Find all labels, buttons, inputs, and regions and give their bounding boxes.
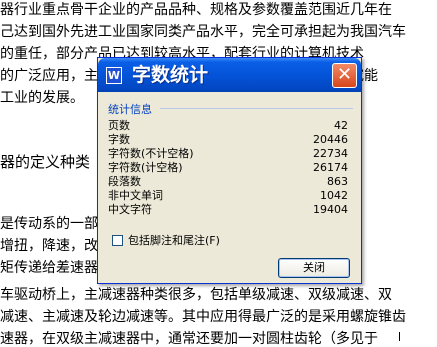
document-line: 减速、主减速及轮边减速等。其中应用得最广泛的是采用螺旋锥齿: [0, 309, 406, 325]
group-divider: [160, 108, 353, 109]
stat-value: 863: [327, 175, 348, 188]
document-line: 车驱动桥上，主减速器种类很多，包括单级减速、双级减速、双: [0, 287, 392, 303]
stat-label: 段落数: [108, 175, 141, 188]
stat-value: 22734: [313, 147, 348, 160]
stat-row-chars-no-spaces: 字符数(不计空格) 22734: [108, 147, 348, 161]
stat-row-non-chinese-words: 非中文单词 1042: [108, 189, 348, 203]
word-count-dialog: W 字数统计 ✕ 统计信息 页数 42 字数 20446 字符数(不计空格) 2…: [97, 57, 362, 284]
stat-row-pages: 页数 42: [108, 119, 348, 133]
stat-value: 42: [334, 119, 348, 132]
statistics-group-label: 统计信息: [108, 103, 152, 116]
stat-label: 字符数(计空格): [108, 161, 183, 174]
text-caret: [399, 332, 400, 341]
dialog-body: 统计信息 页数 42 字数 20446 字符数(不计空格) 22734 字符数(…: [98, 92, 361, 283]
stat-value: 26174: [313, 161, 348, 174]
document-line: 己达到国外先进工业国家同类产品水平，完全可承担起为我国汽车: [0, 24, 406, 40]
close-icon[interactable]: ✕: [332, 63, 357, 88]
include-footnotes-label[interactable]: 包括脚注和尾注(F): [128, 234, 220, 248]
close-button[interactable]: 关闭: [278, 258, 350, 278]
stat-label: 页数: [108, 119, 130, 132]
stat-label: 非中文单词: [108, 189, 163, 202]
stat-label: 字符数(不计空格): [108, 147, 194, 160]
stat-row-words: 字数 20446: [108, 133, 348, 147]
dialog-title: 字数统计: [132, 64, 209, 86]
document-line: 矩传递给差速器。: [0, 260, 112, 276]
stat-label: 中文字符: [108, 203, 152, 216]
word-app-icon: W: [106, 67, 122, 84]
dialog-titlebar[interactable]: W 字数统计 ✕: [98, 58, 361, 92]
include-footnotes-checkbox[interactable]: [112, 235, 123, 246]
stat-row-paragraphs: 段落数 863: [108, 175, 348, 189]
stat-row-chars-with-spaces: 字符数(计空格) 26174: [108, 161, 348, 175]
stat-value: 19404: [313, 203, 348, 216]
document-line: 器行业重点骨干企业的产品品种、规格及参数覆盖范围近几年在: [0, 2, 392, 18]
document-line: 工业的发展。: [0, 90, 84, 106]
stat-label: 字数: [108, 133, 130, 146]
stat-value: 20446: [313, 133, 348, 146]
statistics-list: 页数 42 字数 20446 字符数(不计空格) 22734 字符数(计空格) …: [108, 119, 348, 217]
document-heading: 器的定义种类: [0, 153, 91, 171]
document-line: 速器，在双级主减速器中，通常还要加一对圆柱齿轮（多见于: [0, 331, 378, 347]
stat-row-chinese-chars: 中文字符 19404: [108, 203, 348, 217]
stat-value: 1042: [320, 189, 348, 202]
